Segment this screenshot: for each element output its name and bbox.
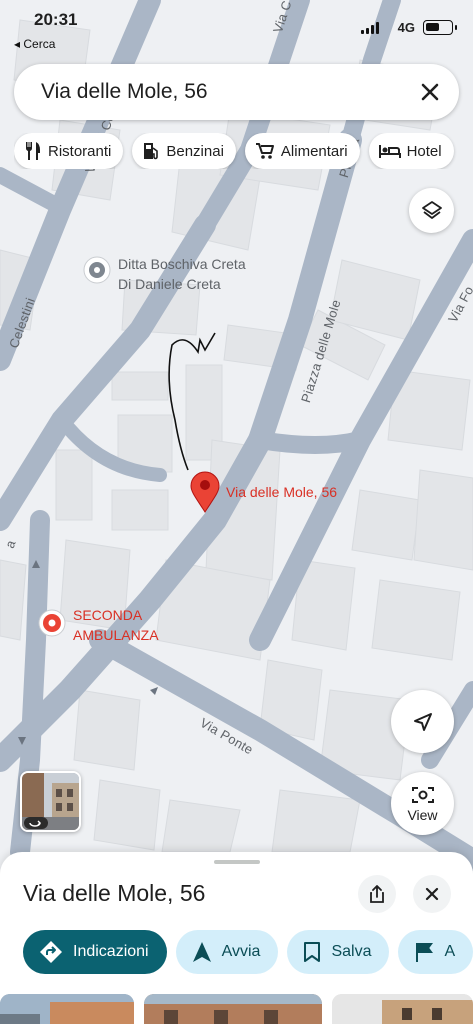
battery-icon (423, 20, 457, 35)
pin-label: Via delle Mole, 56 (226, 484, 338, 500)
navigation-arrow-icon (192, 942, 211, 962)
place-bottom-sheet[interactable]: Via delle Mole, 56 Indicazioni Avvia Sal… (0, 852, 473, 1024)
directions-icon (40, 941, 62, 963)
my-location-button[interactable] (391, 690, 454, 753)
chip-groceries[interactable]: Alimentari (244, 133, 360, 169)
layers-button[interactable] (409, 188, 454, 233)
navigation-arrow-icon (413, 712, 432, 731)
place-marker-ambulanza[interactable] (38, 609, 66, 637)
share-button[interactable] (358, 875, 396, 913)
street-photo (22, 773, 79, 830)
bookmark-icon (304, 942, 321, 962)
signal-icon (361, 22, 379, 34)
search-bar[interactable]: Via delle Mole, 56 (14, 64, 459, 120)
close-sheet-button[interactable] (413, 875, 451, 913)
search-query[interactable]: Via delle Mole, 56 (41, 80, 208, 104)
close-icon (425, 887, 439, 901)
chip-gas-stations[interactable]: Benzinai (132, 133, 236, 169)
directions-button[interactable]: Indicazioni (23, 930, 167, 974)
bed-icon (378, 145, 401, 158)
photo-2[interactable] (144, 994, 322, 1024)
place-label-ambulanza[interactable]: SECONDA AMBULANZA (73, 605, 159, 645)
photo-2-image (144, 994, 322, 1024)
photo-3[interactable] (332, 994, 473, 1024)
photo-1-image (0, 994, 134, 1024)
view-label: View (407, 807, 438, 823)
camera-icon (411, 787, 434, 803)
place-label-boschiva[interactable]: Ditta Boschiva Creta Di Daniele Creta (118, 254, 246, 294)
status-bar: 20:31 ◂ Cerca 4G (0, 0, 473, 56)
cart-icon (255, 143, 274, 159)
photo-3-image (332, 994, 473, 1024)
place-title: Via delle Mole, 56 (23, 880, 206, 906)
share-icon (370, 885, 384, 903)
back-to-search-link[interactable]: ◂ Cerca (14, 37, 55, 51)
flag-icon (416, 943, 434, 962)
save-button[interactable]: Salva (287, 930, 390, 974)
network-type: 4G (397, 20, 415, 35)
start-button[interactable]: Avvia (175, 930, 279, 974)
clear-search-button[interactable] (415, 77, 445, 107)
drag-handle[interactable] (214, 860, 260, 864)
status-time: 20:31 (34, 10, 78, 29)
gas-pump-icon (144, 143, 159, 160)
label-button[interactable]: A (398, 930, 473, 974)
layers-icon (421, 200, 442, 219)
street-view-thumbnail[interactable] (20, 771, 81, 832)
photo-1[interactable] (0, 994, 134, 1024)
chip-hotels[interactable]: Hotel (368, 133, 454, 169)
photo-strip[interactable] (0, 994, 473, 1024)
fork-knife-icon (25, 142, 40, 160)
view-lens-button[interactable]: View (391, 772, 454, 835)
action-buttons: Indicazioni Avvia Salva A (23, 930, 473, 976)
chip-restaurants[interactable]: Ristoranti (14, 133, 124, 169)
close-icon (421, 83, 439, 101)
category-chips: Ristoranti Benzinai Alimentari Hotel (14, 133, 473, 169)
place-marker-boschiva[interactable] (83, 256, 111, 284)
